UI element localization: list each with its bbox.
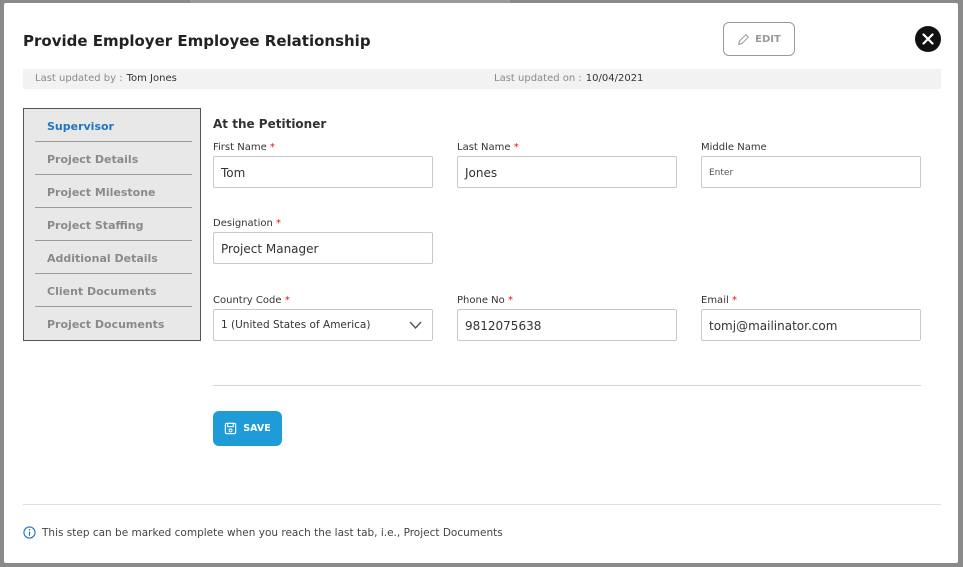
required-mark: * bbox=[269, 142, 275, 153]
edit-button[interactable]: EDIT bbox=[723, 22, 795, 56]
middle-name-field[interactable]: Enter bbox=[701, 156, 921, 188]
sidebar-nav: Supervisor Project Details Project Miles… bbox=[23, 108, 201, 341]
footer-divider bbox=[23, 504, 941, 505]
close-button[interactable] bbox=[915, 26, 941, 52]
chevron-down-icon bbox=[409, 321, 422, 330]
edit-button-label: EDIT bbox=[755, 33, 781, 45]
designation-field[interactable]: Project Manager bbox=[213, 232, 433, 264]
phone-field[interactable]: 9812075638 bbox=[457, 309, 677, 341]
section-title: At the Petitioner bbox=[213, 117, 327, 131]
designation-label-text: Designation bbox=[213, 218, 273, 229]
footer-note: This step can be marked complete when yo… bbox=[23, 526, 503, 539]
modal-title: Provide Employer Employee Relationship bbox=[23, 32, 371, 50]
sidebar-item-project-milestone[interactable]: Project Milestone bbox=[35, 175, 192, 208]
first-name-label: First Name * bbox=[213, 142, 275, 153]
middle-name-label: Middle Name bbox=[701, 142, 767, 153]
updated-on: Last updated on :10/04/2021 bbox=[494, 73, 643, 84]
modal-dialog: Provide Employer Employee Relationship E… bbox=[4, 3, 958, 563]
phone-label-text: Phone No bbox=[457, 295, 505, 306]
updated-by: Last updated by : Tom Jones bbox=[35, 73, 177, 84]
sidebar-item-supervisor[interactable]: Supervisor bbox=[35, 109, 192, 142]
country-code-label: Country Code * bbox=[213, 295, 290, 306]
footer-note-text: This step can be marked complete when yo… bbox=[42, 526, 503, 539]
required-mark: * bbox=[731, 295, 737, 306]
sidebar-item-project-staffing[interactable]: Project Staffing bbox=[35, 208, 192, 241]
email-field[interactable]: tomj@mailinator.com bbox=[701, 309, 921, 341]
country-code-value: 1 (United States of America) bbox=[221, 319, 371, 331]
last-name-label: Last Name * bbox=[457, 142, 519, 153]
country-code-label-text: Country Code bbox=[213, 295, 282, 306]
designation-label: Designation * bbox=[213, 218, 281, 229]
save-button[interactable]: SAVE bbox=[213, 411, 282, 446]
required-mark: * bbox=[513, 142, 519, 153]
phone-label: Phone No * bbox=[457, 295, 513, 306]
required-mark: * bbox=[284, 295, 290, 306]
country-code-select[interactable]: 1 (United States of America) bbox=[213, 309, 433, 341]
updated-on-value: 10/04/2021 bbox=[585, 73, 644, 84]
email-label: Email * bbox=[701, 295, 737, 306]
first-name-label-text: First Name bbox=[213, 142, 267, 153]
sidebar-item-additional-details[interactable]: Additional Details bbox=[35, 241, 192, 274]
sidebar-item-project-details[interactable]: Project Details bbox=[35, 142, 192, 175]
close-icon bbox=[922, 33, 934, 45]
required-mark: * bbox=[276, 218, 281, 229]
pencil-icon bbox=[738, 33, 750, 45]
last-updated-bar: Last updated by : Tom Jones Last updated … bbox=[23, 69, 941, 89]
updated-by-label: Last updated by : bbox=[35, 73, 123, 84]
updated-by-value: Tom Jones bbox=[126, 73, 177, 84]
sidebar-item-client-documents[interactable]: Client Documents bbox=[35, 274, 192, 307]
last-name-label-text: Last Name bbox=[457, 142, 511, 153]
last-name-field[interactable]: Jones bbox=[457, 156, 677, 188]
updated-on-label: Last updated on : bbox=[494, 73, 582, 84]
form-divider bbox=[213, 385, 921, 386]
sidebar-item-project-documents[interactable]: Project Documents bbox=[35, 307, 192, 340]
save-button-label: SAVE bbox=[243, 423, 271, 434]
required-mark: * bbox=[507, 295, 513, 306]
first-name-field[interactable]: Tom bbox=[213, 156, 433, 188]
email-label-text: Email bbox=[701, 295, 729, 306]
info-icon bbox=[23, 526, 36, 539]
save-icon bbox=[225, 422, 237, 435]
